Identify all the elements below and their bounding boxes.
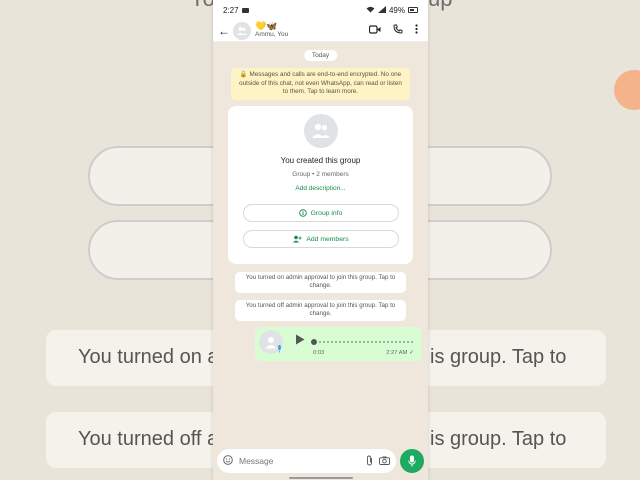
group-large-avatar xyxy=(303,114,338,148)
backdrop-line2-right: is group. Tap to xyxy=(430,428,567,450)
voice-duration: 0:03 xyxy=(313,350,325,356)
backdrop-line2-left: You turned off a xyxy=(78,428,219,450)
message-timestamp: 2:27 AM xyxy=(386,350,408,356)
voice-message-bubble[interactable]: 0:03 2:27 AM ✓ xyxy=(255,327,422,361)
voice-waveform[interactable] xyxy=(319,341,415,343)
backdrop-line1-right: is group. Tap to xyxy=(430,346,567,368)
back-arrow-icon[interactable]: ← xyxy=(217,24,231,38)
composer-bar xyxy=(217,448,424,474)
more-options-icon[interactable] xyxy=(415,24,418,37)
add-description-link[interactable]: Add description... xyxy=(295,185,345,192)
battery-percent: 49% xyxy=(388,5,405,15)
date-chip: Today xyxy=(303,50,338,61)
emoji-icon[interactable] xyxy=(223,454,233,468)
voice-seek-handle[interactable] xyxy=(311,339,317,345)
mic-icon xyxy=(408,455,416,467)
group-created-card: You created this group Group • 2 members… xyxy=(228,106,413,264)
group-info-label: Group info xyxy=(310,209,343,217)
chat-participants: Ammu, You xyxy=(255,31,289,39)
status-time: 2:27 xyxy=(223,5,239,15)
camera-icon[interactable] xyxy=(379,456,390,467)
chat-header: ← 💛🦋 Ammu, You xyxy=(213,20,428,42)
record-voice-button[interactable] xyxy=(400,449,424,473)
signal-icon xyxy=(377,5,386,15)
voice-call-icon[interactable] xyxy=(393,24,403,37)
add-members-label: Add members xyxy=(306,235,349,243)
status-bar: 2:27 49% xyxy=(213,0,428,20)
message-time: 2:27 AM ✓ xyxy=(386,350,414,356)
info-icon xyxy=(298,209,307,217)
voice-mic-icon xyxy=(277,345,282,355)
attach-icon[interactable] xyxy=(366,455,373,468)
group-created-text: You created this group xyxy=(280,156,361,165)
wifi-icon xyxy=(366,6,375,15)
person-icon xyxy=(265,337,277,349)
group-avatar[interactable] xyxy=(233,21,251,40)
delivered-check-icon: ✓ xyxy=(409,350,414,356)
backdrop-orange-circle xyxy=(614,70,640,110)
group-member-count: Group • 2 members xyxy=(292,171,349,178)
chat-title: 💛🦋 xyxy=(255,21,278,32)
phone-screen: 2:27 49% ← 💛🦋 Ammu, You Today 🔒 Messages… xyxy=(213,0,428,480)
add-person-icon xyxy=(293,235,302,243)
backdrop-line1-left: You turned on a xyxy=(78,346,219,368)
add-members-button[interactable]: Add members xyxy=(242,230,399,248)
group-people-icon xyxy=(311,123,330,138)
group-info-button[interactable]: Group info xyxy=(242,204,399,222)
system-note-admin-off[interactable]: You turned off admin approval to join th… xyxy=(235,300,406,321)
encryption-notice[interactable]: 🔒 Messages and calls are end-to-end encr… xyxy=(231,68,410,100)
home-indicator xyxy=(289,477,353,479)
message-input[interactable] xyxy=(239,456,360,466)
battery-icon xyxy=(408,7,418,13)
backdrop-top-text-right: up xyxy=(428,0,452,12)
video-call-icon[interactable] xyxy=(368,24,381,37)
system-note-admin-on[interactable]: You turned on admin approval to join thi… xyxy=(235,272,406,293)
group-people-icon xyxy=(237,26,247,35)
play-icon[interactable] xyxy=(295,334,305,348)
message-input-box xyxy=(217,449,396,473)
chat-area[interactable]: Today 🔒 Messages and calls are end-to-en… xyxy=(213,42,428,444)
screen-record-icon xyxy=(241,7,249,13)
chat-title-area[interactable]: 💛🦋 Ammu, You xyxy=(255,22,369,39)
